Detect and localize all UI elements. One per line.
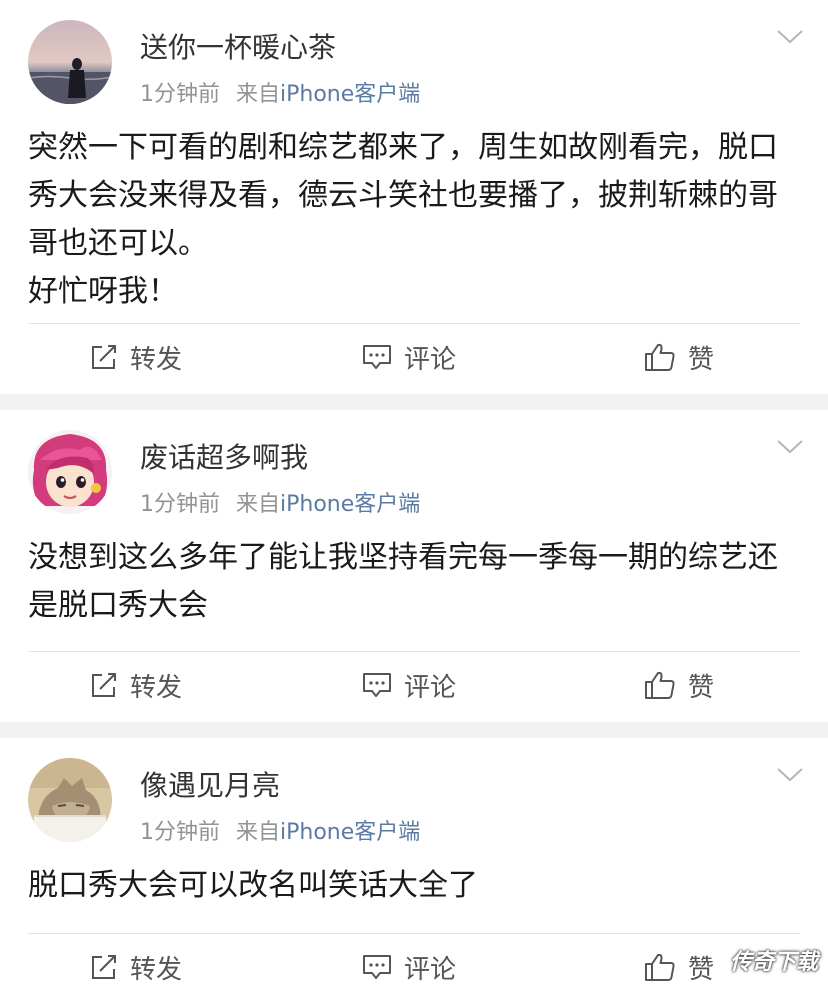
post-meta: 1分钟前 来自iPhone客户端 [140,486,420,518]
comment-icon [363,955,391,979]
post-text: 突然一下可看的剧和综艺都来了，周生如故刚看完，脱口秀大会没来得及看，德云斗笑社也… [28,130,778,261]
post-text: 没想到这么多年了能让我坚持看完每一季每一期的综艺还是脱口秀大会 [28,540,778,623]
thumbs-up-icon [645,671,675,699]
source-client-link[interactable]: iPhone客户端 [280,820,420,845]
comment-label: 评论 [404,344,457,375]
source-prefix: 来自 [236,82,281,107]
post-content: 脱口秀大会可以改名叫笑话大全了 [28,862,804,910]
comment-label: 评论 [404,954,457,985]
like-label: 赞 [688,954,715,985]
comment-button[interactable]: 评论 [362,652,456,718]
repost-icon [92,345,116,369]
thumbs-up-icon [645,953,675,981]
watermark: 传奇下载 [729,950,818,975]
repost-icon [92,673,116,697]
username[interactable]: 送你一杯暖心茶 [140,26,336,66]
comment-button[interactable]: 评论 [362,324,456,390]
post-meta: 1分钟前 来自iPhone客户端 [140,814,420,846]
action-bar: 转发 评论 赞 [0,934,828,1000]
chevron-down-icon[interactable] [776,436,804,458]
repost-button[interactable]: 转发 [90,652,182,718]
chevron-down-icon[interactable] [776,26,804,48]
post-text: 脱口秀大会可以改名叫笑话大全了 [28,868,478,903]
repost-label: 转发 [130,672,183,703]
source-client-link[interactable]: iPhone客户端 [280,82,420,107]
repost-button[interactable]: 转发 [90,934,182,1000]
source-client-link[interactable]: iPhone客户端 [280,492,420,517]
repost-label: 转发 [130,954,183,985]
avatar[interactable] [28,20,112,104]
post-time: 1分钟前 [140,820,220,845]
comment-label: 评论 [404,672,457,703]
username[interactable]: 像遇见月亮 [140,764,280,804]
like-button[interactable]: 赞 [644,934,714,1000]
like-label: 赞 [688,344,715,375]
like-button[interactable]: 赞 [644,324,714,390]
post-time: 1分钟前 [140,82,220,107]
post-content: 没想到这么多年了能让我坚持看完每一季每一期的综艺还是脱口秀大会 [28,534,804,630]
repost-button[interactable]: 转发 [90,324,182,390]
post-card: 废话超多啊我 1分钟前 来自iPhone客户端 没想到这么多年了能让我坚持看完每一… [0,410,828,722]
like-button[interactable]: 赞 [644,652,714,718]
avatar[interactable] [28,758,112,842]
source-prefix: 来自 [236,492,281,517]
post-content: 突然一下可看的剧和综艺都来了，周生如故刚看完，脱口秀大会没来得及看，德云斗笑社也… [28,124,804,316]
post-time: 1分钟前 [140,492,220,517]
action-bar: 转发 评论 赞 [0,324,828,390]
comment-icon [363,345,391,369]
comment-button[interactable]: 评论 [362,934,456,1000]
source-prefix: 来自 [236,820,281,845]
avatar[interactable] [28,430,112,514]
action-bar: 转发 评论 赞 [0,652,828,718]
comment-icon [363,673,391,697]
post-card: 送你一杯暖心茶 1分钟前 来自iPhone客户端 突然一下可看的剧和综艺都来了，周… [0,0,828,394]
post-text: 好忙呀我！ [28,274,178,309]
post-card: 像遇见月亮 1分钟前 来自iPhone客户端 脱口秀大会可以改名叫笑话大全了 转发… [0,738,828,1006]
repost-icon [92,955,116,979]
post-meta: 1分钟前 来自iPhone客户端 [140,76,420,108]
chevron-down-icon[interactable] [776,764,804,786]
like-label: 赞 [688,672,715,703]
repost-label: 转发 [130,344,183,375]
username[interactable]: 废话超多啊我 [140,436,308,476]
thumbs-up-icon [645,343,675,371]
